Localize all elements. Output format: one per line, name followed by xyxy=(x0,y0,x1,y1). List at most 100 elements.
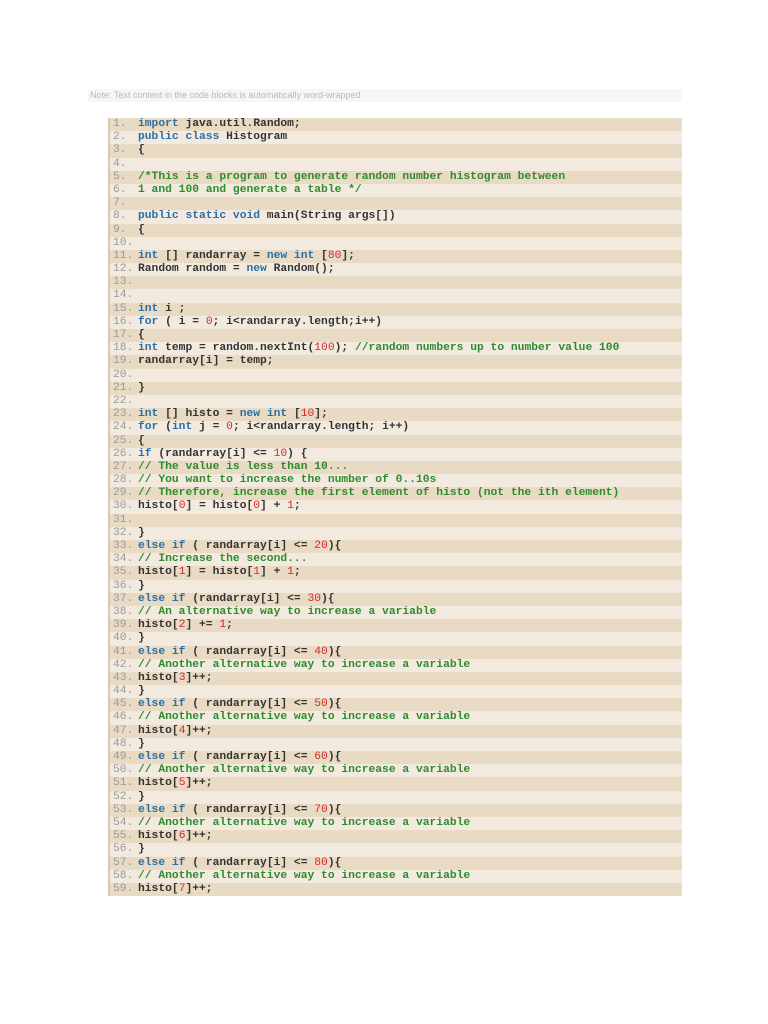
code-line: 17. { xyxy=(110,329,682,343)
line-number: 22. xyxy=(113,394,134,407)
comment-token: // You want to increase the number of 0.… xyxy=(138,474,437,487)
keyword-token: int xyxy=(138,408,159,421)
code-token: histo[ xyxy=(138,724,179,737)
code-token: ) { xyxy=(287,447,308,460)
line-number: 50. xyxy=(113,764,134,777)
code-line: 31. xyxy=(110,513,682,527)
line-number: 3. xyxy=(113,144,127,157)
code-token: [] randarray = xyxy=(158,249,267,262)
code-line: 54. // Another alternative way to increas… xyxy=(110,816,682,831)
code-line: 34. // Increase the second... xyxy=(110,553,682,567)
line-number: 45. xyxy=(113,698,134,711)
line-number: 21. xyxy=(113,381,134,394)
code-token: } xyxy=(138,685,145,698)
code-token: } xyxy=(138,526,145,539)
comment-token: // Another alternative way to increase a… xyxy=(138,658,471,671)
code-token: ){ xyxy=(327,698,342,711)
word-wrap-note: Note: Text content in the code blocks is… xyxy=(88,89,682,102)
code-line: 33. else if ( randarray[i] <= 20){ xyxy=(110,540,682,554)
code-line: 24. for (int j = 0; i<randarray.length; i… xyxy=(110,421,682,435)
code-token: } xyxy=(138,790,145,803)
code-token: } xyxy=(138,632,145,645)
line-number: 54. xyxy=(113,816,134,829)
code-line: 43. histo[3]++; xyxy=(110,671,682,686)
code-line: 29. // Therefore, increase the first elem… xyxy=(110,487,682,501)
code-token: } xyxy=(138,737,145,750)
code-token: histo[ xyxy=(138,777,179,790)
code-token: { xyxy=(138,434,145,447)
keyword-token: int xyxy=(171,421,193,434)
code-token: ]++; xyxy=(185,671,213,684)
number-token: 1 xyxy=(287,566,294,579)
code-line: 40.} xyxy=(110,632,682,646)
line-number: 2. xyxy=(113,131,127,144)
code-token: ( randarray[i] <= xyxy=(185,698,315,711)
code-token: ] = histo[ xyxy=(185,500,254,513)
line-number: 10. xyxy=(113,236,134,249)
code-token: j = xyxy=(192,421,227,434)
code-token: ){ xyxy=(327,803,342,816)
line-number: 19. xyxy=(113,355,134,368)
line-number: 6. xyxy=(113,183,127,196)
line-number: 28. xyxy=(113,474,134,487)
code-token: ; i<randarray.length;i++) xyxy=(212,315,383,328)
line-number: 58. xyxy=(113,869,134,882)
code-line: 5. /*This is a program to generate random… xyxy=(110,170,682,184)
keyword-token: for xyxy=(138,315,159,328)
comment-token: // Another alternative way to increase a… xyxy=(138,869,471,882)
comment-token: 1 and 100 and generate a table */ xyxy=(138,183,362,196)
line-number: 47. xyxy=(113,724,134,737)
code-line: 49. else if ( randarray[i] <= 60){ xyxy=(110,751,682,765)
line-number: 33. xyxy=(113,540,134,552)
comment-token: // Increase the second... xyxy=(138,553,308,566)
line-number: 14. xyxy=(113,289,134,302)
keyword-token: public class xyxy=(138,131,220,144)
code-token: ; xyxy=(293,566,301,579)
code-token: ( randarray[i] <= xyxy=(185,751,315,763)
line-number: 25. xyxy=(113,434,134,447)
comment-token: // The value is less than 10... xyxy=(138,460,349,473)
code-token: ; i<randarray.length; i++) xyxy=(232,421,410,434)
code-line: 37. else if (randarray[i] <= 30){ xyxy=(110,592,682,606)
code-line: 53. else if ( randarray[i] <= 70){ xyxy=(110,803,682,817)
code-line: 7. xyxy=(110,197,682,211)
line-number: 16. xyxy=(113,315,134,328)
line-number: 34. xyxy=(113,553,134,566)
code-token: histo[ xyxy=(138,830,179,843)
code-token: Histogram xyxy=(219,131,288,144)
line-number: 44. xyxy=(113,685,134,698)
code-line: 38. // An alternative way to increase a v… xyxy=(110,605,682,620)
line-number: 53. xyxy=(113,803,134,816)
keyword-token: import xyxy=(138,118,179,130)
line-number: 59. xyxy=(113,882,134,895)
line-number: 35. xyxy=(113,566,134,579)
comment-token: // Another alternative way to increase a… xyxy=(138,711,471,724)
line-number: 17. xyxy=(113,329,134,341)
code-token: java.util.Random; xyxy=(178,118,301,130)
code-line: 11. int [] randarray = new int [80]; xyxy=(110,249,682,264)
code-token: ; xyxy=(226,619,233,632)
code-token: ]; xyxy=(341,249,355,262)
code-line: 20. xyxy=(110,368,682,382)
code-token: ( i = xyxy=(158,315,206,328)
line-number: 30. xyxy=(113,500,134,513)
code-line: 6. 1 and 100 and generate a table */ xyxy=(110,183,682,198)
code-token: histo[ xyxy=(138,500,179,513)
line-number: 43. xyxy=(113,671,134,684)
code-line: 19. randarray[i] = temp; xyxy=(110,355,682,369)
code-token: ){ xyxy=(327,751,342,763)
keyword-token: new xyxy=(246,263,267,276)
keyword-token: public static void xyxy=(138,210,261,223)
line-number: 36. xyxy=(113,579,134,592)
number-token: 100 xyxy=(314,342,335,355)
code-token: randarray[i] = temp; xyxy=(138,355,274,368)
line-number: 9. xyxy=(113,223,127,236)
code-line: 50. // Another alternative way to increas… xyxy=(110,764,682,778)
number-token: 10 xyxy=(273,447,288,460)
code-token: { xyxy=(138,223,145,236)
line-number: 13. xyxy=(113,276,134,289)
code-line: 8. public static void main(String args[]) xyxy=(110,210,682,224)
code-line: 13. xyxy=(110,276,682,290)
line-number: 20. xyxy=(113,368,134,381)
comment-token: // Another alternative way to increase a… xyxy=(138,816,471,829)
